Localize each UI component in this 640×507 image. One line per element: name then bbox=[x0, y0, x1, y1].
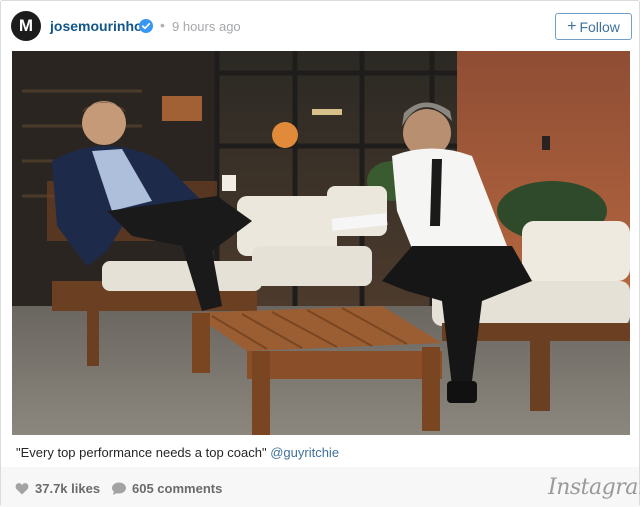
comments-label: 605 comments bbox=[132, 481, 223, 496]
separator-dot: • bbox=[160, 17, 165, 33]
profile-avatar[interactable]: M bbox=[11, 11, 41, 41]
post-caption: "Every top performance needs a top coach… bbox=[16, 445, 339, 460]
likes-count[interactable]: 37.7k likes bbox=[15, 481, 100, 496]
post-footer: 37.7k likes 605 comments Instagram bbox=[1, 467, 640, 507]
post-timestamp[interactable]: 9 hours ago bbox=[172, 19, 241, 34]
caption-mention-link[interactable]: @guyritchie bbox=[270, 445, 339, 460]
verified-badge-icon bbox=[139, 19, 153, 33]
instagram-logo[interactable]: Instagram bbox=[548, 475, 640, 500]
follow-button[interactable]: + Follow bbox=[555, 13, 632, 40]
username-link[interactable]: josemourinho bbox=[50, 18, 143, 34]
post-photo[interactable] bbox=[12, 51, 630, 435]
instagram-embed-card: M josemourinho • 9 hours ago + Follow "E… bbox=[0, 0, 640, 507]
avatar-letter: M bbox=[18, 16, 34, 35]
comments-count[interactable]: 605 comments bbox=[112, 481, 222, 496]
speech-bubble-icon bbox=[112, 482, 126, 495]
follow-label: Follow bbox=[579, 18, 620, 35]
post-header: M josemourinho • 9 hours ago + Follow bbox=[1, 1, 639, 51]
photo-illustration bbox=[12, 51, 630, 435]
likes-label: 37.7k likes bbox=[35, 481, 101, 496]
caption-text: "Every top performance needs a top coach… bbox=[16, 445, 271, 460]
heart-icon bbox=[15, 483, 29, 495]
plus-icon: + bbox=[567, 17, 577, 35]
